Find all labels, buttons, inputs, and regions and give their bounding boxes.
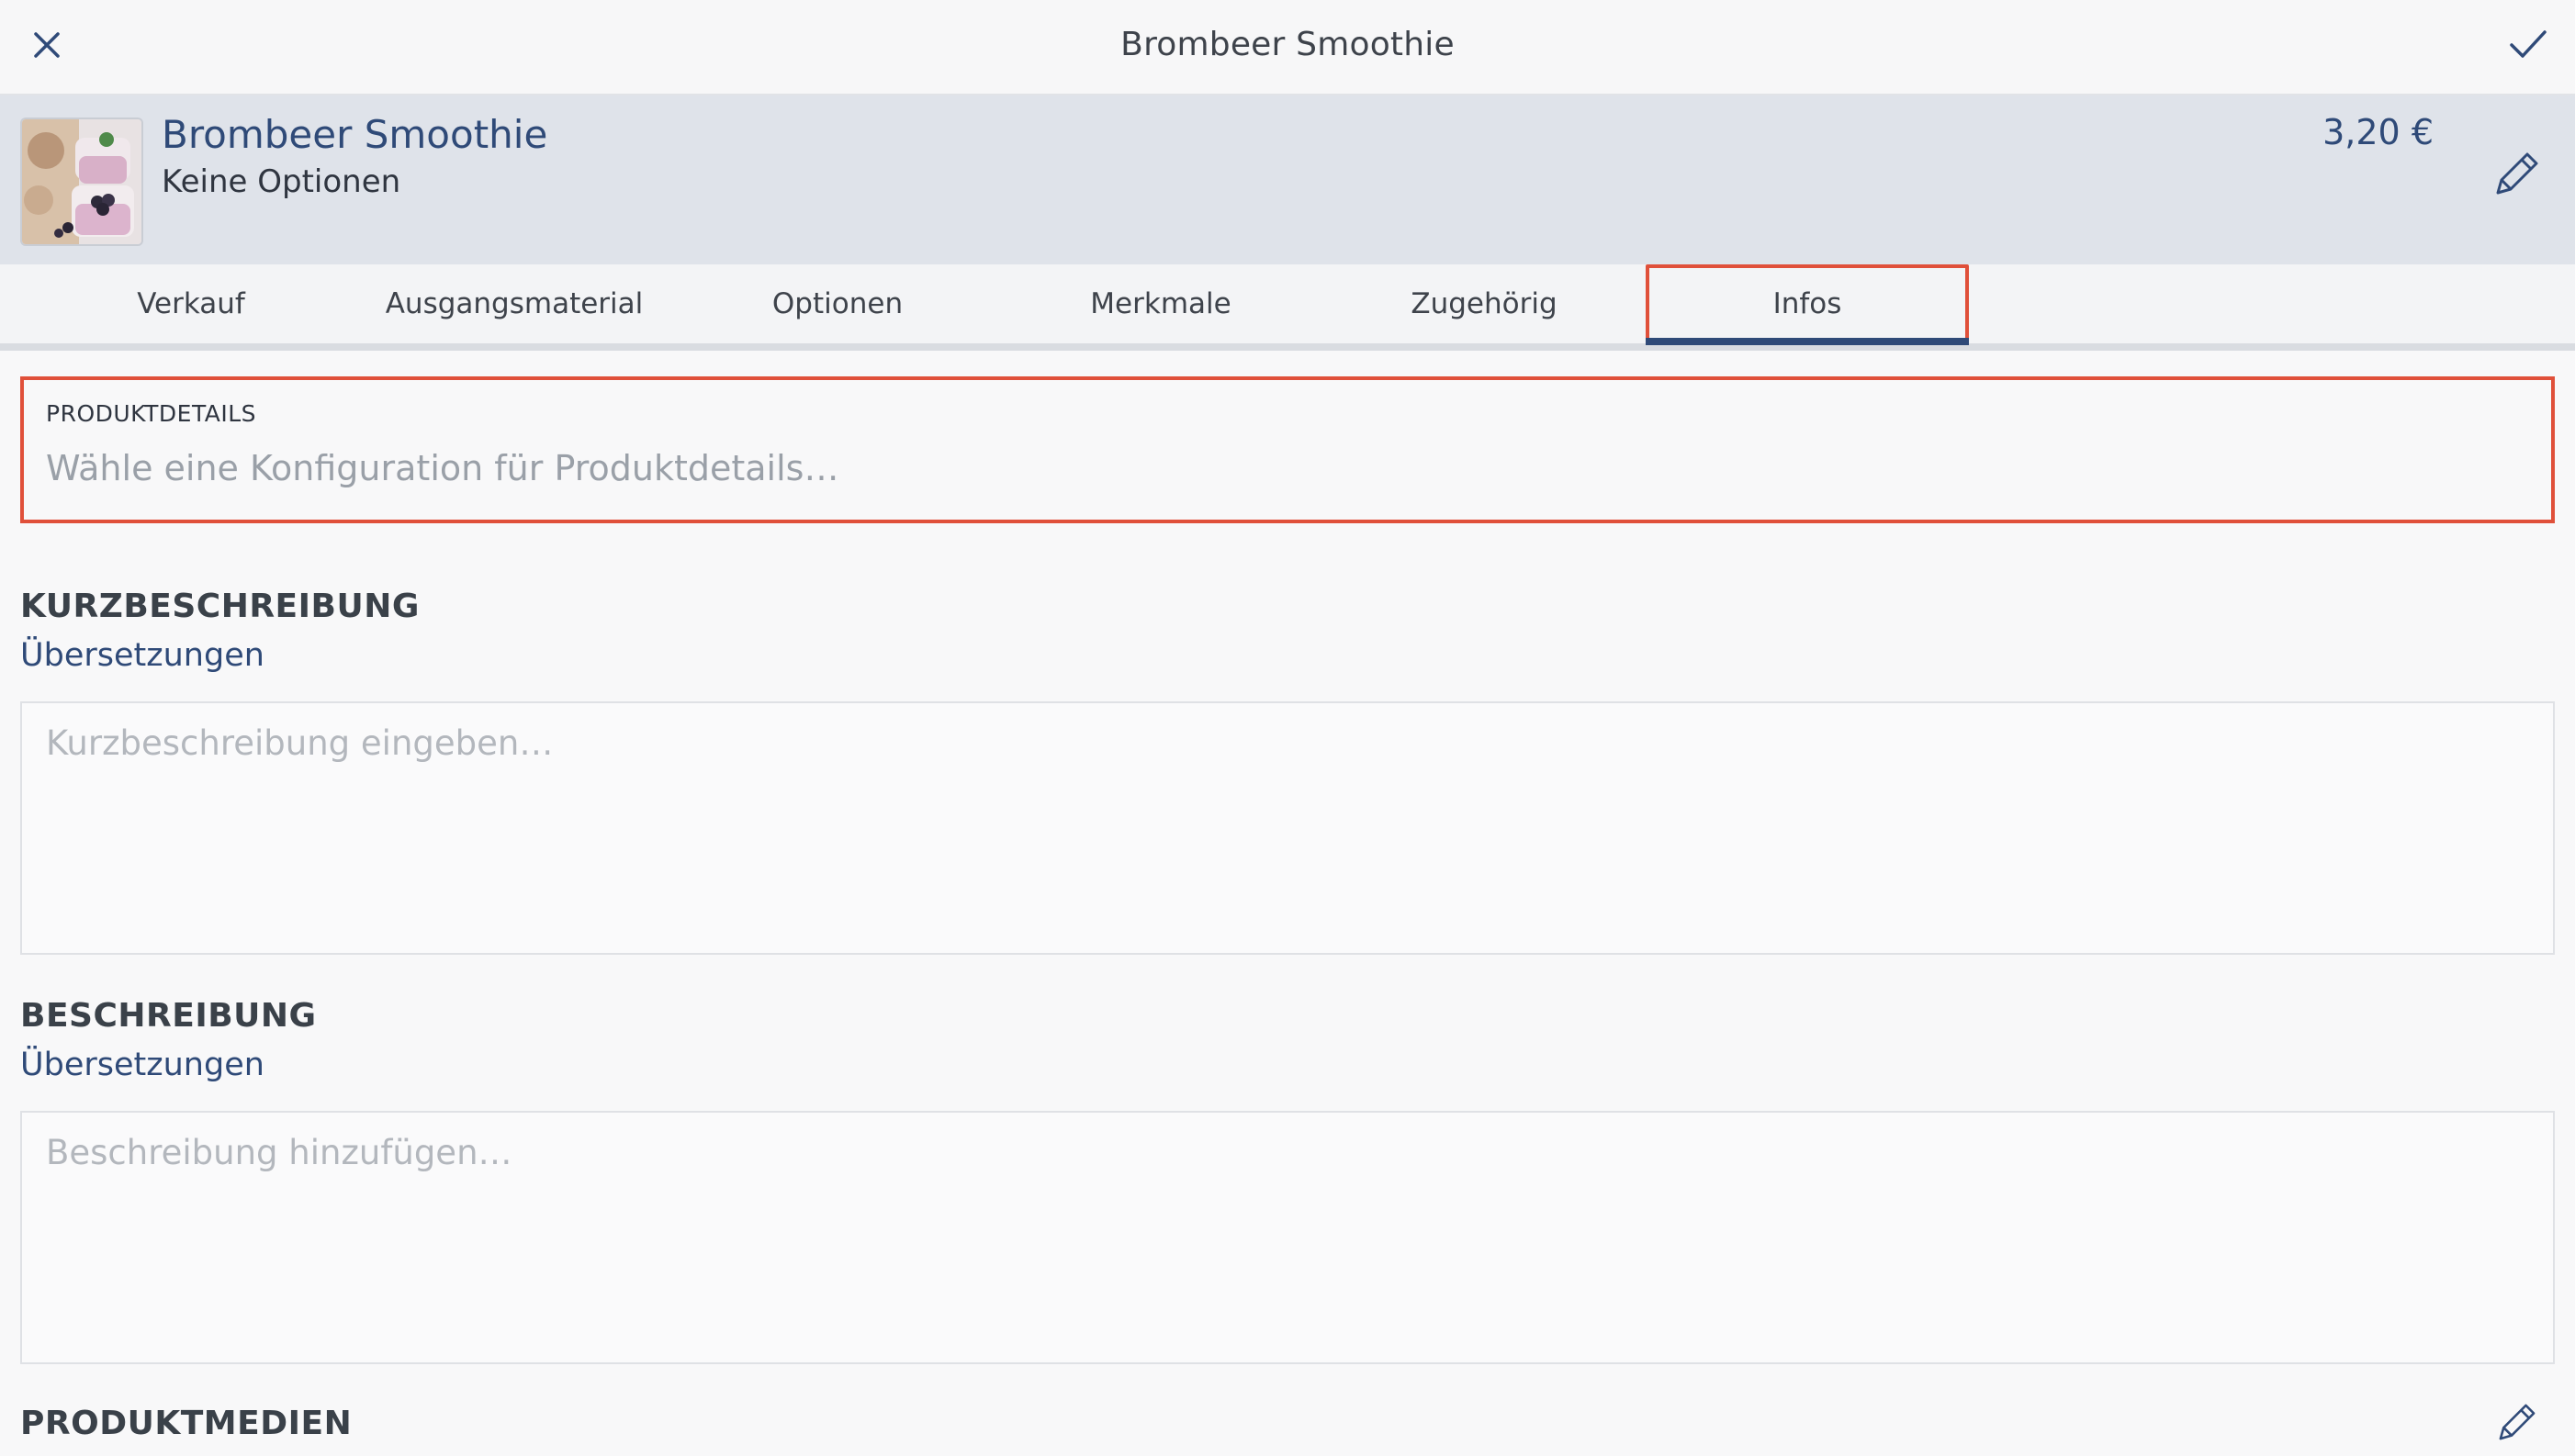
product-name: Brombeer Smoothie	[162, 112, 548, 157]
edit-produktmedien-button[interactable]	[2485, 1392, 2549, 1456]
beschreibung-placeholder: Beschreibung hinzufügen…	[46, 1133, 512, 1172]
active-tab-indicator	[1646, 338, 1969, 345]
pencil-icon	[2494, 1399, 2540, 1449]
tab-verkauf[interactable]: Verkauf	[29, 264, 353, 343]
tab-optionen[interactable]: Optionen	[676, 264, 999, 343]
tab-merkmale[interactable]: Merkmale	[999, 264, 1322, 343]
product-price: 3,20 €	[2322, 112, 2434, 152]
product-thumbnail	[20, 118, 143, 246]
window-title: Brombeer Smoothie	[1120, 26, 1455, 63]
produktdetails-selector[interactable]: PRODUKTDETAILS Wähle eine Konfiguration …	[20, 376, 2555, 523]
kurzbeschreibung-translations-link[interactable]: Übersetzungen	[20, 637, 264, 674]
kurzbeschreibung-heading: KURZBESCHREIBUNG	[20, 588, 420, 625]
edit-product-button[interactable]	[2485, 143, 2549, 207]
kurzbeschreibung-textarea[interactable]: Kurzbeschreibung eingeben…	[20, 701, 2555, 955]
tab-infos[interactable]: Infos	[1646, 264, 1969, 343]
produktmedien-heading: PRODUKTMEDIEN	[20, 1405, 353, 1442]
tab-zugehoerig[interactable]: Zugehörig	[1322, 264, 1646, 343]
product-options-summary: Keine Optionen	[162, 163, 401, 200]
beschreibung-heading: BESCHREIBUNG	[20, 997, 317, 1035]
product-header: Brombeer Smoothie Keine Optionen 3,20 €	[0, 95, 2575, 264]
beschreibung-translations-link[interactable]: Übersetzungen	[20, 1047, 264, 1083]
pencil-icon	[2491, 147, 2544, 204]
tab-ausgangsmaterial[interactable]: Ausgangsmaterial	[353, 264, 676, 343]
confirm-button[interactable]	[2496, 15, 2560, 79]
produktdetails-placeholder: Wähle eine Konfiguration für Produktdeta…	[46, 448, 839, 488]
kurzbeschreibung-placeholder: Kurzbeschreibung eingeben…	[46, 723, 554, 763]
produktdetails-label: PRODUKTDETAILS	[46, 400, 257, 427]
beschreibung-textarea[interactable]: Beschreibung hinzufügen…	[20, 1111, 2555, 1364]
tab-bar: Verkauf Ausgangsmaterial Optionen Merkma…	[0, 264, 2575, 351]
top-bar: Brombeer Smoothie	[0, 0, 2575, 95]
checkmark-icon	[2508, 28, 2548, 65]
